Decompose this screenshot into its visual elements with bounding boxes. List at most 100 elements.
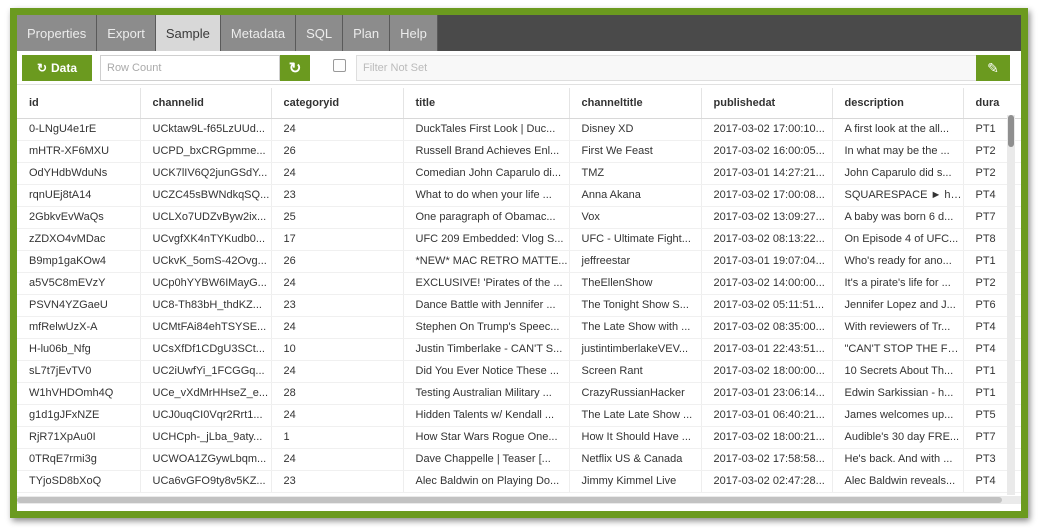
- column-header[interactable]: channelid: [140, 88, 272, 119]
- table-cell: H-lu06b_Nfg: [17, 338, 141, 361]
- refresh-icon: ↻: [288, 60, 302, 77]
- table-cell: Netflix US & Canada: [569, 448, 702, 471]
- edit-filter-button[interactable]: ✎: [976, 55, 1010, 81]
- tab-export[interactable]: Export: [97, 15, 156, 51]
- vertical-scroll-thumb[interactable]: [1008, 115, 1014, 147]
- column-header[interactable]: description: [832, 88, 964, 119]
- table-cell: Testing Australian Military ...: [403, 382, 570, 405]
- table-cell: How Star Wars Rogue One...: [403, 426, 570, 449]
- table-cell: 24: [271, 162, 404, 185]
- table-cell: 24: [271, 316, 404, 339]
- header-row: id channelid categoryid title channeltitle pu…: [17, 88, 1021, 119]
- table-row[interactable]: 0TRqE7rmi3g UCWOA1ZGywLbqm... 24 Dave Chapp…: [17, 448, 1021, 471]
- table-cell: TheEllenShow: [569, 272, 702, 295]
- filter-checkbox[interactable]: [333, 59, 346, 72]
- table-cell: UFC 209 Embedded: Vlog S...: [403, 228, 570, 251]
- table-cell: g1d1gJFxNZE: [17, 404, 141, 427]
- table-cell: SQUARESPACE ► ht...: [832, 184, 964, 207]
- table-row[interactable]: a5V5C8mEVzY UCp0hYYBW6IMayG... 24 EXCLUSIVE…: [17, 272, 1021, 295]
- table-cell: 2017-03-02 02:47:28...: [701, 470, 833, 493]
- table-cell: Hidden Talents w/ Kendall ...: [403, 404, 570, 427]
- table-cell: 26: [271, 140, 404, 163]
- table-cell: UCK7lIV6Q2junGSdY...: [140, 162, 272, 185]
- column-header[interactable]: dura: [963, 88, 1021, 119]
- table-row[interactable]: rqnUEj8tA14 UCZC45sBWNdkqSQ... 23 What to d…: [17, 184, 1021, 207]
- table-row[interactable]: sL7t7jEvTV0 UC2iUwfYi_1FCGGq... 24 Did You …: [17, 360, 1021, 383]
- table-cell: 1: [271, 426, 404, 449]
- table-cell: 28: [271, 382, 404, 405]
- table-row[interactable]: OdYHdbWduNs UCK7lIV6Q2junGSdY... 24 Comedia…: [17, 162, 1021, 185]
- refresh-button[interactable]: ↻: [280, 55, 310, 81]
- toolbar: ↻ Data ↻ ✎: [17, 51, 1021, 85]
- table-cell: 2GbkvEvWaQs: [17, 206, 141, 229]
- table-row[interactable]: PSVN4YZGaeU UC8-Th83bH_thdKZ... 23 Dance Ba…: [17, 294, 1021, 317]
- tab-properties[interactable]: Properties: [17, 15, 98, 51]
- table-cell: Disney XD: [569, 118, 702, 141]
- table-cell: 2017-03-02 18:00:21...: [701, 426, 833, 449]
- table-cell: In what may be the ...: [832, 140, 964, 163]
- vertical-scrollbar[interactable]: [1007, 115, 1015, 495]
- table-cell: DuckTales First Look | Duc...: [403, 118, 570, 141]
- table-cell: A first look at the all...: [832, 118, 964, 141]
- table-row[interactable]: zZDXO4vMDac UCvgfXK4nTYKudb0... 17 UFC 209 …: [17, 228, 1021, 251]
- table-row[interactable]: W1hVHDOmh4Q UCe_vXdMrHHseZ_e... 28 Testing …: [17, 382, 1021, 405]
- tab-metadata[interactable]: Metadata: [220, 15, 297, 51]
- table-cell: Screen Rant: [569, 360, 702, 383]
- table-row[interactable]: mfRelwUzX-A UCMtFAi84ehTSYSE... 24 Stephen …: [17, 316, 1021, 339]
- table-cell: jeffreestar: [569, 250, 702, 273]
- column-header[interactable]: channeltitle: [569, 88, 702, 119]
- table-cell: Edwin Sarkissian - h...: [832, 382, 964, 405]
- results-table: id channelid categoryid title channeltitle pu…: [17, 88, 1021, 493]
- table-cell: 2017-03-02 16:00:05...: [701, 140, 833, 163]
- horizontal-scroll-thumb[interactable]: [17, 497, 1002, 503]
- data-button[interactable]: ↻ Data: [22, 55, 92, 81]
- table-cell: UCvgfXK4nTYKudb0...: [140, 228, 272, 251]
- table-row[interactable]: RjR71XpAu0I UCHCph-_jLba_9aty... 1 How Star…: [17, 426, 1021, 449]
- table-cell: UCLXo7UDZvByw2ix...: [140, 206, 272, 229]
- table-row[interactable]: H-lu06b_Nfg UCsXfDf1CDgU3SCt... 10 Justin T…: [17, 338, 1021, 361]
- horizontal-scrollbar[interactable]: [17, 496, 1021, 504]
- table-cell: B9mp1gaKOw4: [17, 250, 141, 273]
- table-cell: 2017-03-02 05:11:51...: [701, 294, 833, 317]
- table-cell: TMZ: [569, 162, 702, 185]
- table-row[interactable]: 0-LNgU4e1rE UCktaw9L-f65LzUUd... 24 DuckTal…: [17, 118, 1021, 141]
- table-row[interactable]: B9mp1gaKOw4 UCkvK_5omS-42Ovg... 26 *NEW* MA…: [17, 250, 1021, 273]
- table-cell: Audible's 30 day FRE...: [832, 426, 964, 449]
- table-row[interactable]: mHTR-XF6MXU UCPD_bxCRGpmme... 26 Russell Br…: [17, 140, 1021, 163]
- table-cell: 2017-03-01 06:40:21...: [701, 404, 833, 427]
- table-row[interactable]: g1d1gJFxNZE UCJ0uqCI0Vqr2Rrt1... 24 Hidden …: [17, 404, 1021, 427]
- table-cell: EXCLUSIVE! 'Pirates of the ...: [403, 272, 570, 295]
- table-cell: What to do when your life ...: [403, 184, 570, 207]
- table-cell: mHTR-XF6MXU: [17, 140, 141, 163]
- table-row[interactable]: TYjoSD8bXoQ UCa6vGFO9ty8v5KZ... 23 Alec Bal…: [17, 470, 1021, 493]
- table-cell: 24: [271, 118, 404, 141]
- tab-sample[interactable]: Sample: [155, 15, 221, 51]
- table-cell: zZDXO4vMDac: [17, 228, 141, 251]
- table-cell: 10 Secrets About Th...: [832, 360, 964, 383]
- tab-plan[interactable]: Plan: [343, 15, 391, 51]
- table-cell: 23: [271, 184, 404, 207]
- table-cell: The Late Show with ...: [569, 316, 702, 339]
- table-cell: Stephen On Trump's Speec...: [403, 316, 570, 339]
- table-cell: UCJ0uqCI0Vqr2Rrt1...: [140, 404, 272, 427]
- tab-sql[interactable]: SQL: [296, 15, 344, 51]
- table-row[interactable]: 2GbkvEvWaQs UCLXo7UDZvByw2ix... 25 One para…: [17, 206, 1021, 229]
- table-cell: 23: [271, 294, 404, 317]
- table-cell: 17: [271, 228, 404, 251]
- column-header[interactable]: publishedat: [701, 88, 833, 119]
- column-header[interactable]: categoryid: [271, 88, 404, 119]
- table-cell: UCMtFAi84ehTSYSE...: [140, 316, 272, 339]
- table-cell: 2017-03-02 14:00:00...: [701, 272, 833, 295]
- column-header[interactable]: id: [17, 88, 141, 119]
- table-cell: UCHCph-_jLba_9aty...: [140, 426, 272, 449]
- table-cell: *NEW* MAC RETRO MATTE...: [403, 250, 570, 273]
- tab-help[interactable]: Help: [390, 15, 438, 51]
- table-cell: Jennifer Lopez and J...: [832, 294, 964, 317]
- table-cell: 0TRqE7rmi3g: [17, 448, 141, 471]
- table-cell: The Late Late Show ...: [569, 404, 702, 427]
- table-cell: UCZC45sBWNdkqSQ...: [140, 184, 272, 207]
- filter-input[interactable]: [356, 55, 977, 81]
- row-count-input[interactable]: [100, 55, 280, 81]
- table-cell: CrazyRussianHacker: [569, 382, 702, 405]
- column-header[interactable]: title: [403, 88, 570, 119]
